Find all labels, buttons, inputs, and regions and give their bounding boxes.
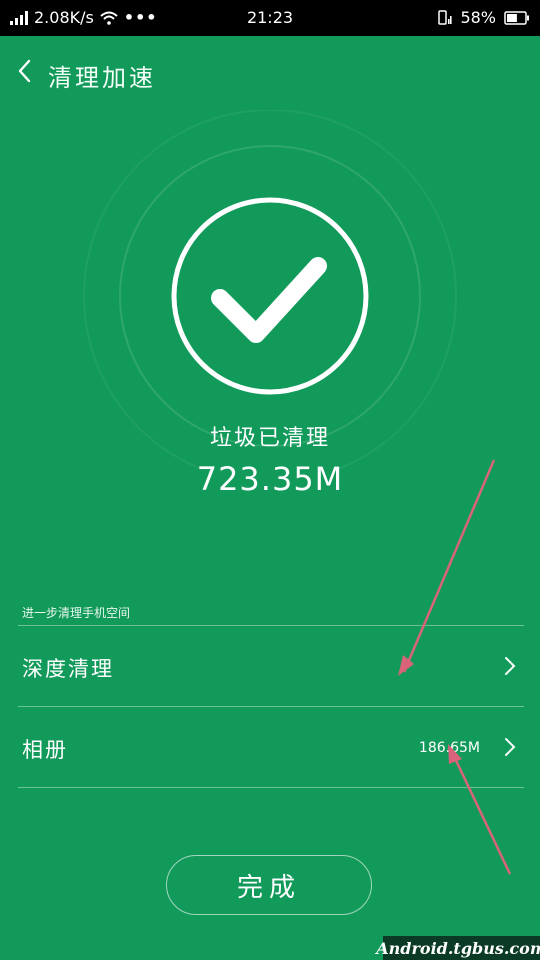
success-rings xyxy=(83,110,457,470)
divider xyxy=(18,706,524,707)
divider xyxy=(18,787,524,788)
page-title: 清理加速 xyxy=(48,64,156,92)
back-icon[interactable] xyxy=(14,58,36,84)
status-right: 58% xyxy=(438,8,530,27)
watermark: Android.tgbus.com xyxy=(376,936,540,960)
done-button[interactable]: 完成 xyxy=(166,855,372,915)
chevron-right-icon xyxy=(505,657,516,675)
header: 清理加速 xyxy=(0,50,540,100)
deep-clean-label: 深度清理 xyxy=(22,657,114,681)
check-icon xyxy=(171,197,369,395)
battery-percent: 58% xyxy=(460,8,496,27)
battery-icon xyxy=(504,10,529,25)
album-row[interactable]: 相册 186.65M xyxy=(18,708,524,788)
junk-cleaned-size: 723.35M xyxy=(196,460,344,498)
status-bar: 2.08K/s ••• 21:23 58% xyxy=(0,0,540,36)
phone-signal-icon xyxy=(438,9,453,25)
chevron-right-icon xyxy=(505,738,516,756)
divider xyxy=(18,625,524,626)
album-size: 186.65M xyxy=(418,740,480,756)
album-label: 相册 xyxy=(22,738,68,762)
deep-clean-row[interactable]: 深度清理 xyxy=(18,627,524,707)
section-title: 进一步清理手机空间 xyxy=(22,606,131,620)
junk-cleaned-label: 垃圾已清理 xyxy=(209,426,330,451)
